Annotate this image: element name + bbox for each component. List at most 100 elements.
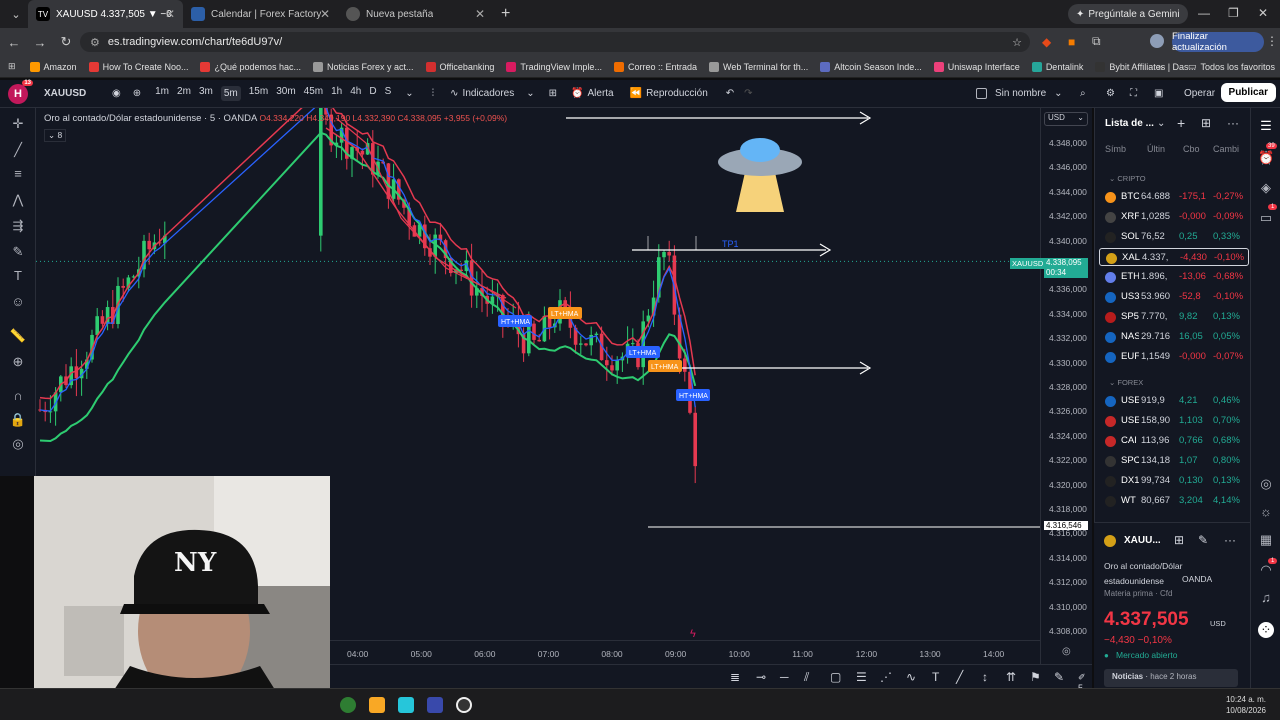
trade-button[interactable]: Operar [1184, 88, 1215, 99]
watchlist-row[interactable]: CAI 113,96 0,766 0,68% [1099, 432, 1249, 450]
update-button[interactable]: Finalizar actualización [1172, 31, 1264, 53]
close-tab-icon[interactable]: ✕ [475, 7, 485, 21]
bookmark-star-icon[interactable]: ☆ [1012, 36, 1022, 49]
watchlist-row[interactable]: EUF 1,1549 -0,000 -0,07% [1099, 348, 1249, 366]
price-axis[interactable]: 4.348,000 4.346,000 4.344,000 4.342,000 4.34… [1040, 108, 1092, 664]
eye-icon[interactable]: ◎ [9, 436, 27, 454]
bookmark-item[interactable]: ¿Qué podemos hac... [200, 61, 301, 72]
alerts-icon[interactable]: ⏰ [1258, 150, 1274, 166]
timeframe-1h[interactable]: 1h [331, 86, 342, 101]
trendline-icon[interactable]: ╱ [956, 670, 963, 684]
more-icon[interactable]: ··· [1227, 116, 1239, 130]
publish-button[interactable]: Publicar [1220, 83, 1276, 102]
watchlist-row[interactable]: WT 80,667 3,204 4,14% [1099, 492, 1249, 510]
watchlist-row[interactable]: US3 53.960 -52,8 -0,10% [1099, 288, 1249, 306]
bookmark-item[interactable]: TradingView Imple... [506, 61, 602, 72]
bookmark-item[interactable]: Bybit Affiliates | Das... [1095, 61, 1196, 72]
text-tool-icon[interactable]: T [932, 670, 939, 684]
bookmark-item[interactable]: Amazon [29, 61, 77, 72]
lock-icon[interactable]: 🔒 [9, 412, 27, 430]
watchlist-row[interactable]: SP5 7.770, 9,82 0,13% [1099, 308, 1249, 326]
tab-tradingview[interactable]: TV XAUUSD 4.337,505 ▼ −0.1% Si ✕ [28, 0, 183, 28]
redo-icon[interactable]: ↷ [744, 88, 752, 99]
col-change[interactable]: Cbo [1183, 144, 1200, 154]
layers-icon[interactable]: ◈ [1258, 180, 1274, 196]
tv-profile-avatar[interactable]: H 13 [8, 79, 33, 104]
brush-icon[interactable]: ✎ [1054, 670, 1064, 684]
indicators-button[interactable]: ∿ Indicadores ⌄ [450, 88, 534, 99]
section-crypto[interactable]: ⌄ CRIPTO [1109, 174, 1146, 183]
crosshair-icon[interactable]: ✛ [9, 116, 27, 134]
brush-icon[interactable]: ✎ [9, 244, 27, 262]
bookmark-item[interactable]: Officebanking [425, 61, 494, 72]
chat-icon[interactable]: ▭ [1258, 210, 1274, 226]
maximize-icon[interactable]: ❐ [1228, 6, 1239, 20]
extension-icon[interactable]: ■ [1068, 35, 1075, 49]
close-tab-icon[interactable]: ✕ [320, 7, 330, 21]
advanced-view-icon[interactable]: ⊞ [1201, 116, 1211, 130]
currency-selector[interactable]: USD ⌄ [1044, 112, 1088, 126]
watchlist-row[interactable]: NAS 29.716 16,05 0,05% [1099, 328, 1249, 346]
details-symbol[interactable]: XAUU... [1124, 535, 1161, 546]
indicators-collapse[interactable]: ⌄ 8 [44, 129, 67, 142]
reload-icon[interactable]: ↻ [54, 34, 78, 50]
notepad-icon[interactable] [398, 697, 414, 713]
watchlist-row[interactable]: USE 919,9 4,21 0,46% [1099, 392, 1249, 410]
ray-icon[interactable]: ⊸ [756, 670, 766, 684]
timeframe-D[interactable]: D [369, 86, 376, 101]
bookmark-item[interactable]: Noticias Forex y act... [313, 61, 414, 72]
bell-icon[interactable]: ♫ [1258, 590, 1274, 606]
lightning-icon[interactable]: ϟ [690, 628, 696, 640]
path-icon[interactable]: ⋰ [880, 670, 892, 684]
watchlist-row[interactable]: BTC 64.688 -175,1 -0,27% [1099, 188, 1249, 206]
timeframe-15m[interactable]: 15m [249, 86, 268, 101]
watchlist-row[interactable]: SPC 134,18 1,07 0,80% [1099, 452, 1249, 470]
zoom-icon[interactable]: ⊕ [9, 354, 27, 372]
app-icon[interactable] [427, 697, 443, 713]
long-position-icon[interactable]: ⇈ [1006, 670, 1016, 684]
col-last[interactable]: Últin [1147, 144, 1165, 154]
horizontal-line-icon[interactable]: ─ [780, 670, 789, 684]
bookmark-item[interactable]: Web Terminal for th... [709, 61, 808, 72]
chevron-down-icon[interactable]: ⌄ [1157, 118, 1165, 129]
target-icon[interactable]: ◎ [1258, 476, 1274, 492]
watchlist-row[interactable]: XAL 4.337, -4,430 -0,10% [1099, 248, 1249, 266]
timeframe-30m[interactable]: 30m [276, 86, 295, 101]
edit-icon[interactable]: ✎ [1198, 533, 1208, 547]
timezone-settings-icon[interactable]: ◎ [1062, 646, 1071, 657]
fib-icon[interactable]: ≣ [730, 670, 740, 684]
flag-icon[interactable]: ⚑ [1030, 670, 1041, 684]
symbol-search[interactable]: XAUUSD [44, 88, 104, 99]
watchlist-row[interactable]: USE 158,90 1,103 0,70% [1099, 412, 1249, 430]
tf-dropdown-icon[interactable]: ⌄ [405, 88, 413, 99]
watchlist-row[interactable]: SOL 76,52 0,25 0,33% [1099, 228, 1249, 246]
bookmark-item[interactable]: How To Create Noo... [88, 61, 188, 72]
all-bookmarks[interactable]: ▭ Todos los favoritos [1188, 61, 1275, 72]
url-bar[interactable]: ⚙ es.tradingview.com/chart/te6dU97v/ ☆ [80, 32, 1030, 52]
tab-new[interactable]: Nueva pestaña ✕ [338, 0, 493, 28]
more-icon[interactable]: ··· [1224, 533, 1236, 547]
col-change-pct[interactable]: Cambi [1213, 144, 1239, 154]
section-forex[interactable]: ⌄ FOREX [1109, 378, 1143, 387]
dom-icon[interactable]: ⁘ [1258, 622, 1274, 638]
text-icon[interactable]: T [9, 268, 27, 286]
layout-selector[interactable]: Sin nombre ⌄ [976, 88, 1063, 99]
watchlist-row[interactable]: XRF 1,0285 -0,000 -0,09% [1099, 208, 1249, 226]
site-info-icon[interactable]: ⚙ [90, 36, 100, 49]
grid-icon[interactable]: ⊞ [1174, 533, 1184, 547]
watchlist-title[interactable]: Lista de ... [1105, 118, 1154, 129]
minimize-icon[interactable]: — [1198, 6, 1210, 20]
apps-grid-icon[interactable]: ⊞ [8, 61, 16, 72]
bookmark-item[interactable]: Dentalink [1031, 61, 1083, 72]
xabcd-icon[interactable]: ∿ [906, 670, 916, 684]
extension-icon[interactable]: ◆ [1042, 35, 1051, 49]
system-clock[interactable]: 10:24 a. m. 10/08/2026 [1226, 694, 1266, 716]
quick-search-icon[interactable]: ⌕ [1080, 88, 1086, 99]
pattern-icon[interactable]: ⋀ [9, 192, 27, 210]
time-axis[interactable]: 04:00 05:00 06:00 07:00 08:00 09:00 10:00 11:00… [330, 640, 1040, 664]
timeframe-5m[interactable]: 5m [220, 86, 241, 101]
watch-icon[interactable]: ◉ [112, 88, 121, 99]
bookmarks-overflow-icon[interactable]: » [1158, 62, 1163, 72]
bookmark-item[interactable]: Uniswap Interface [933, 61, 1020, 72]
settings-icon[interactable]: ⚙ [1106, 88, 1115, 99]
